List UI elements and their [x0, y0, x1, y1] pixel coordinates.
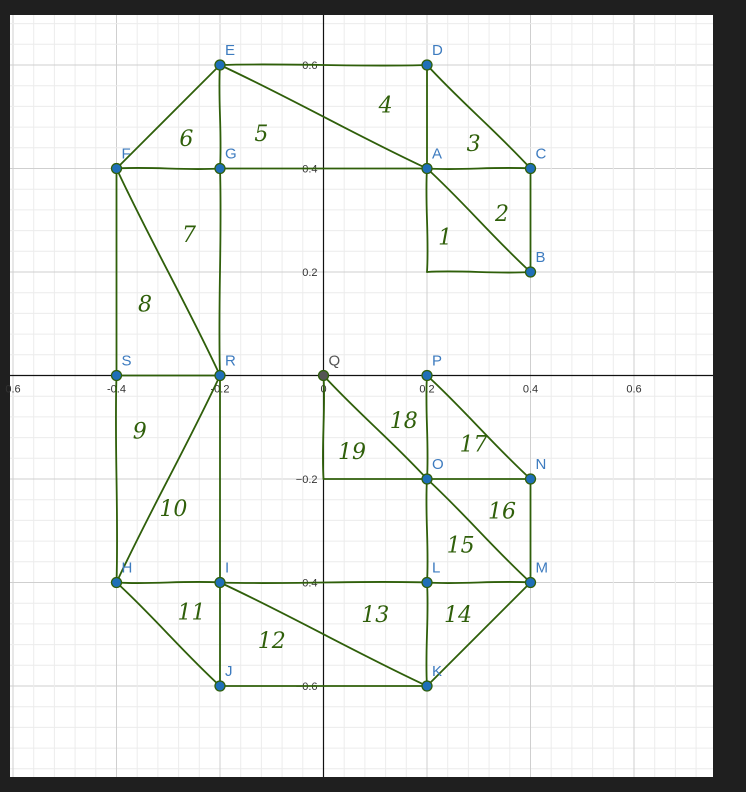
y-tick-label: 0.6: [302, 60, 317, 72]
point-B[interactable]: [524, 266, 537, 278]
x-tick-label: 0.6: [5, 384, 20, 396]
region-number: 13: [361, 603, 389, 628]
point-label-F: F: [122, 146, 131, 163]
region-number: 19: [338, 440, 366, 465]
point-N[interactable]: [524, 473, 537, 485]
region-number: 8: [138, 293, 152, 318]
point-label-I: I: [225, 560, 229, 577]
point-I[interactable]: [214, 576, 226, 589]
region-number: 6: [179, 127, 193, 152]
point-O[interactable]: [421, 473, 433, 485]
point-Q[interactable]: [317, 369, 330, 382]
point-E[interactable]: [214, 59, 226, 71]
point-label-J: J: [225, 663, 233, 680]
region-number: 17: [460, 432, 488, 457]
y-tick-label: −0.2: [296, 474, 318, 486]
region-number: 4: [378, 93, 393, 118]
point-label-A: A: [432, 146, 442, 163]
x-tick-label: 0.4: [523, 384, 538, 396]
region-number: 2: [494, 202, 509, 227]
point-label-K: K: [432, 663, 442, 680]
point-D[interactable]: [421, 59, 433, 71]
region-number: 14: [444, 603, 472, 628]
region-number: 5: [254, 122, 268, 147]
point-label-R: R: [225, 353, 236, 370]
point-label-N: N: [536, 456, 547, 473]
point-H[interactable]: [110, 576, 123, 589]
point-label-M: M: [536, 560, 549, 577]
point-G[interactable]: [214, 162, 226, 175]
point-K[interactable]: [421, 680, 433, 692]
point-label-L: L: [432, 560, 440, 577]
y-tick-label: 0.4: [302, 164, 317, 176]
point-label-P: P: [432, 353, 442, 370]
point-S[interactable]: [110, 369, 123, 382]
point-label-S: S: [122, 353, 132, 370]
x-tick-label: 0.6: [626, 384, 641, 396]
region-number: 12: [258, 629, 286, 654]
point-label-G: G: [225, 146, 237, 163]
point-L[interactable]: [421, 576, 433, 589]
point-R[interactable]: [214, 369, 226, 382]
region-number: 16: [488, 500, 516, 525]
region-number: 9: [133, 419, 147, 444]
y-tick-label: −0.6: [296, 681, 318, 693]
region-number: 11: [178, 601, 206, 626]
point-P[interactable]: [421, 369, 433, 382]
point-M[interactable]: [524, 576, 537, 589]
point-C[interactable]: [524, 162, 537, 175]
point-label-E: E: [225, 42, 235, 59]
region-number: 1: [438, 225, 452, 250]
region-number: 3: [467, 132, 481, 157]
point-label-O: O: [432, 456, 444, 473]
region-number: 7: [182, 223, 196, 248]
point-label-C: C: [536, 146, 547, 163]
point-J[interactable]: [214, 680, 226, 692]
point-F[interactable]: [110, 162, 123, 175]
region-number: 10: [159, 497, 187, 522]
y-tick-label: 0.2: [302, 267, 317, 279]
point-label-Q: Q: [329, 353, 341, 370]
point-label-D: D: [432, 42, 443, 59]
region-number: 18: [390, 409, 418, 434]
point-A[interactable]: [421, 162, 433, 175]
point-label-B: B: [536, 249, 546, 266]
graph-plot[interactable]: 0.6 -0.4 -0.2 0 0.2 0.4 0.60.60.40.2−0.2−0.4−0…: [0, 0, 746, 792]
region-number: 15: [447, 533, 475, 558]
point-label-H: H: [122, 560, 133, 577]
